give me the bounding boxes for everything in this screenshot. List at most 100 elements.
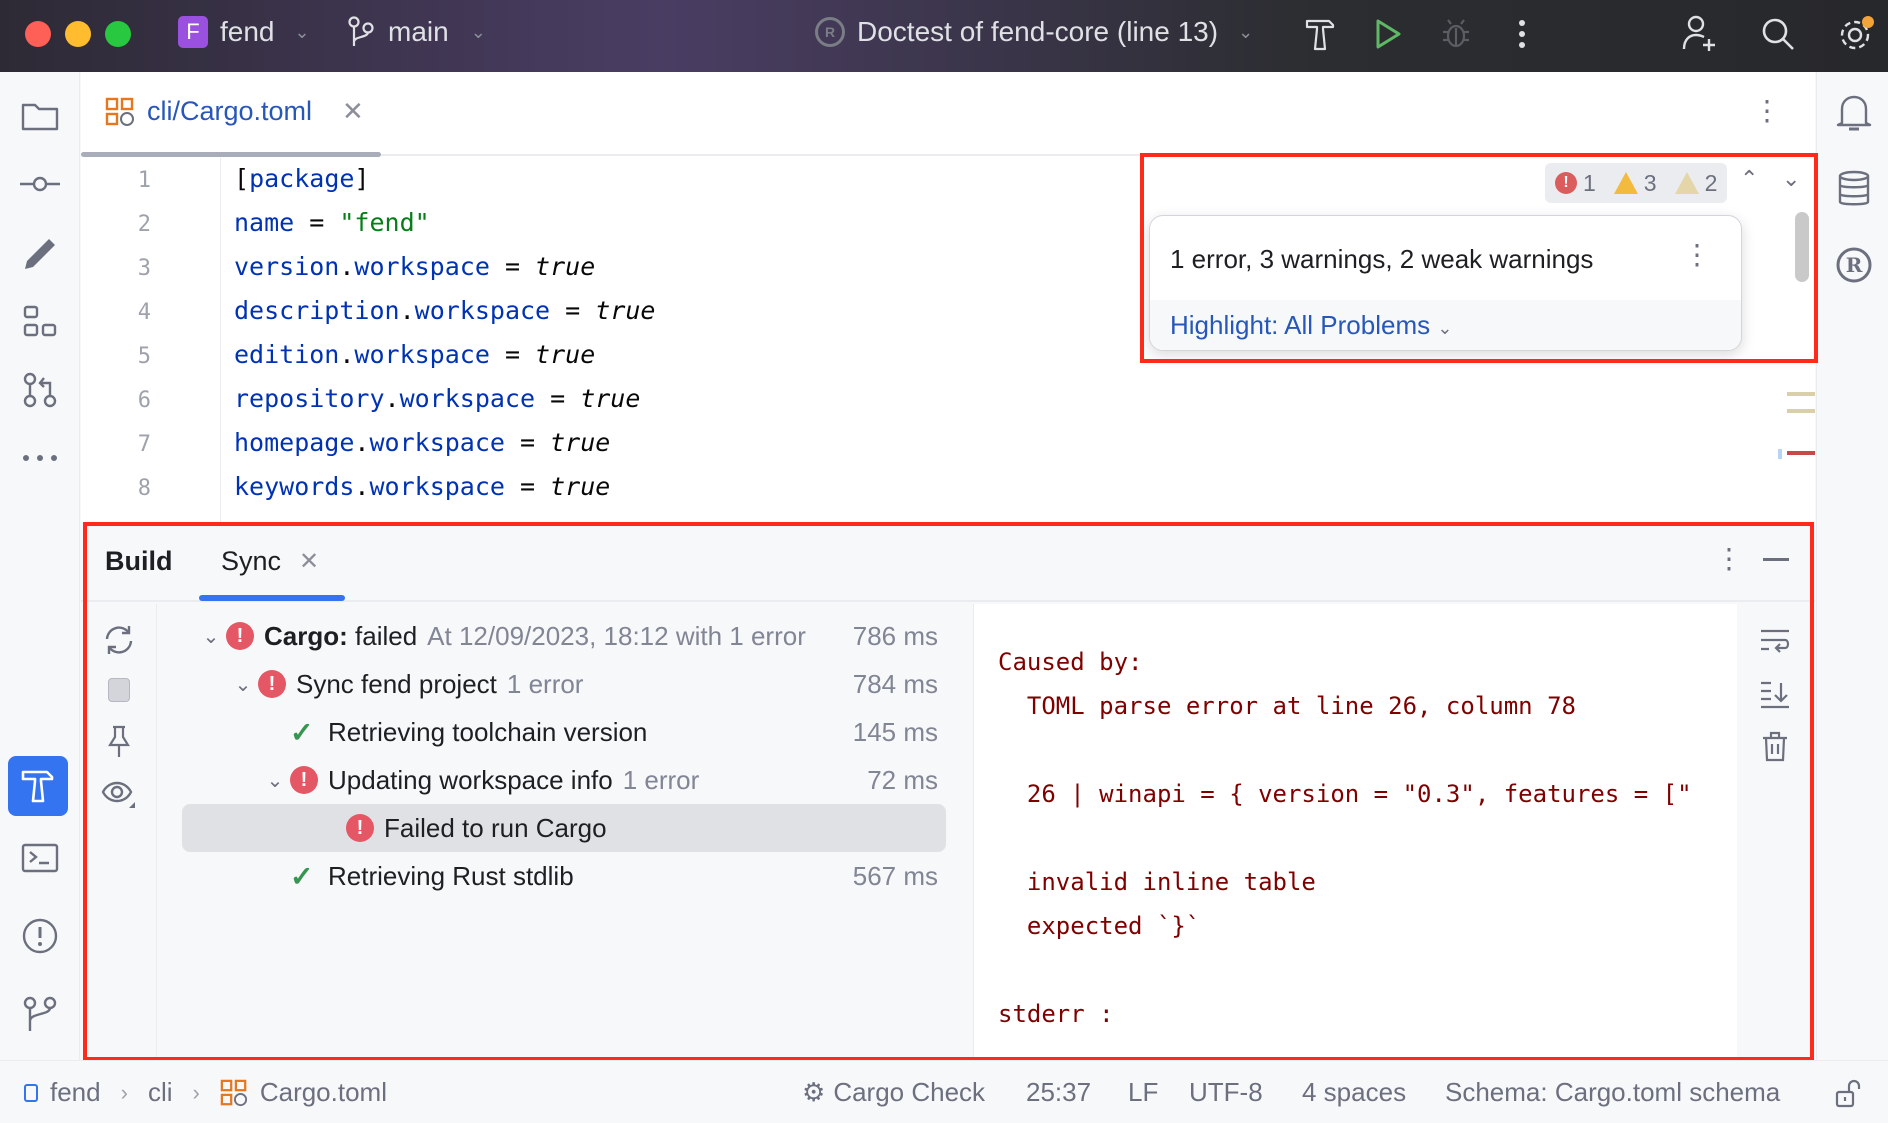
debug-button[interactable] (1436, 14, 1476, 54)
soft-wrap-button[interactable] (1757, 624, 1793, 660)
tree-row[interactable]: ✓ Retrieving Rust stdlib 567 ms (158, 852, 972, 900)
warning-marker[interactable] (1787, 392, 1815, 396)
minimize-window-button[interactable] (65, 21, 91, 47)
pin-button[interactable] (99, 722, 139, 762)
search-button[interactable] (1758, 14, 1798, 54)
tree-row[interactable]: ! Failed to run Cargo (182, 804, 946, 852)
tree-row[interactable]: ⌄! Updating workspace info 1 error 72 ms (158, 756, 972, 804)
build-actions-toolbar (81, 604, 157, 1060)
punctuation: = (489, 340, 536, 369)
code-line[interactable]: description.workspace = true (234, 296, 655, 325)
file-encoding[interactable]: UTF-8 (1189, 1077, 1263, 1108)
tree-row-label: Retrieving Rust stdlib (328, 860, 574, 891)
code-line[interactable]: [package] (234, 164, 369, 193)
build-hammer-button[interactable] (1300, 14, 1340, 54)
more-tools-button[interactable] (18, 436, 62, 480)
code-line[interactable]: name = "fend" (234, 208, 430, 237)
build-tool-button[interactable] (8, 756, 68, 816)
project-selector[interactable]: F fend ⌄ (178, 16, 310, 48)
git-tool-button[interactable] (18, 992, 62, 1036)
read-only-toggle[interactable] (1834, 1079, 1864, 1116)
minimize-button[interactable] (1763, 558, 1789, 561)
close-tab-button[interactable]: ✕ (342, 96, 364, 127)
code-line[interactable]: repository.workspace = true (234, 384, 640, 413)
run-configuration-selector[interactable]: R Doctest of fend-core (line 13) ⌄ (815, 16, 1253, 48)
code-line[interactable]: version.workspace = true (234, 252, 595, 281)
scroll-to-end-button[interactable] (1757, 676, 1793, 712)
run-configuration-name: Doctest of fend-core (line 13) (857, 16, 1219, 47)
console-toolbar (1737, 604, 1815, 1060)
punctuation: = (489, 252, 536, 281)
tree-row[interactable]: ⌄! Sync fend project 1 error 784 ms (158, 660, 972, 708)
branch-selector[interactable]: main ⌄ (348, 16, 486, 48)
gutter-divider (220, 158, 221, 522)
toml-boolean: true (550, 428, 611, 457)
status-bar: fend › cli › Cargo.toml ⚙ Cargo Check 25… (0, 1060, 1888, 1123)
run-button[interactable] (1368, 14, 1408, 54)
line-number: 3 (137, 256, 151, 281)
zoom-window-button[interactable] (105, 21, 131, 47)
search-icon (1762, 18, 1794, 50)
close-window-button[interactable] (25, 21, 51, 47)
notifications-button[interactable] (1833, 92, 1875, 134)
chevron-down-icon[interactable]: ⌄ (196, 624, 226, 649)
editor-tabs-more-button[interactable]: ⋮ (1753, 94, 1781, 127)
punctuation: . (399, 296, 415, 325)
database-button[interactable] (1833, 168, 1875, 210)
json-schema[interactable]: Schema: Cargo.toml schema (1445, 1077, 1780, 1108)
terminal-tool-button[interactable] (18, 836, 62, 880)
cargo-check-widget[interactable]: ⚙ Cargo Check (802, 1077, 985, 1108)
tree-row-detail: 1 error (622, 764, 700, 795)
commit-tool-button[interactable] (18, 162, 62, 206)
resync-button[interactable] (99, 620, 139, 660)
clear-all-button[interactable] (1757, 728, 1793, 764)
branch-icon (348, 16, 374, 46)
breadcrumb-item[interactable]: fend (50, 1077, 101, 1108)
code-line[interactable]: homepage.workspace = true (234, 428, 610, 457)
breadcrumb-item[interactable]: Cargo.toml (260, 1077, 387, 1108)
editor-tab-cargo-toml[interactable]: cli/Cargo.toml ✕ (105, 96, 364, 127)
line-separator[interactable]: LF (1128, 1077, 1158, 1108)
add-user-button[interactable] (1680, 14, 1720, 54)
tree-row[interactable]: ⌄! Cargo: failed At 12/09/2023, 18:12 with… (158, 612, 972, 660)
settings-button[interactable] (1836, 14, 1876, 54)
tool-window-title: Build (105, 546, 173, 576)
project-tool-button[interactable] (18, 94, 62, 138)
stop-button[interactable] (99, 670, 139, 710)
error-icon: ! (226, 622, 254, 650)
build-header: Build Sync ✕ ⋮ (81, 522, 1815, 602)
problems-tool-button[interactable] (18, 914, 62, 958)
close-tab-button[interactable]: ✕ (299, 547, 319, 576)
build-options-button[interactable]: ⋮ (1715, 542, 1743, 575)
chevron-down-icon[interactable]: ⌄ (260, 768, 290, 793)
annotation-highlight-problems (1140, 153, 1818, 363)
edit-tool-button[interactable] (18, 232, 62, 276)
tab-sync[interactable]: Sync ✕ (221, 546, 319, 577)
more-actions-button[interactable] (1502, 14, 1542, 54)
code-line[interactable]: edition.workspace = true (234, 340, 595, 369)
rust-tool-button[interactable]: R (1833, 244, 1875, 286)
project-name: fend (220, 16, 275, 47)
indent-setting[interactable]: 4 spaces (1302, 1077, 1406, 1108)
code-line[interactable]: keywords.workspace = true (234, 472, 610, 501)
caret-position[interactable]: 25:37 (1026, 1077, 1091, 1108)
view-options-button[interactable] (99, 774, 139, 814)
tree-row[interactable]: ✓ Retrieving toolchain version 145 ms (158, 708, 972, 756)
folder-icon (21, 103, 59, 131)
line-number: 7 (137, 432, 151, 457)
warning-marker[interactable] (1787, 409, 1815, 413)
caret-row-marker (1778, 449, 1782, 459)
line-number: 5 (137, 344, 151, 369)
line-number-gutter: 1 2 3 4 5 6 7 8 (81, 158, 221, 522)
structure-tool-button[interactable] (18, 300, 62, 344)
error-marker[interactable] (1787, 451, 1815, 455)
line-number: 8 (137, 476, 151, 501)
pull-request-icon (23, 372, 57, 408)
pull-requests-tool-button[interactable] (18, 368, 62, 412)
rust-icon: R (815, 17, 845, 47)
breadcrumb-item[interactable]: cli (148, 1077, 173, 1108)
chevron-down-icon[interactable]: ⌄ (228, 672, 258, 697)
toml-boolean: true (580, 384, 641, 413)
check-icon: ✓ (290, 860, 314, 892)
build-console[interactable]: Caused by: TOML parse error at line 26, … (973, 604, 1737, 1060)
